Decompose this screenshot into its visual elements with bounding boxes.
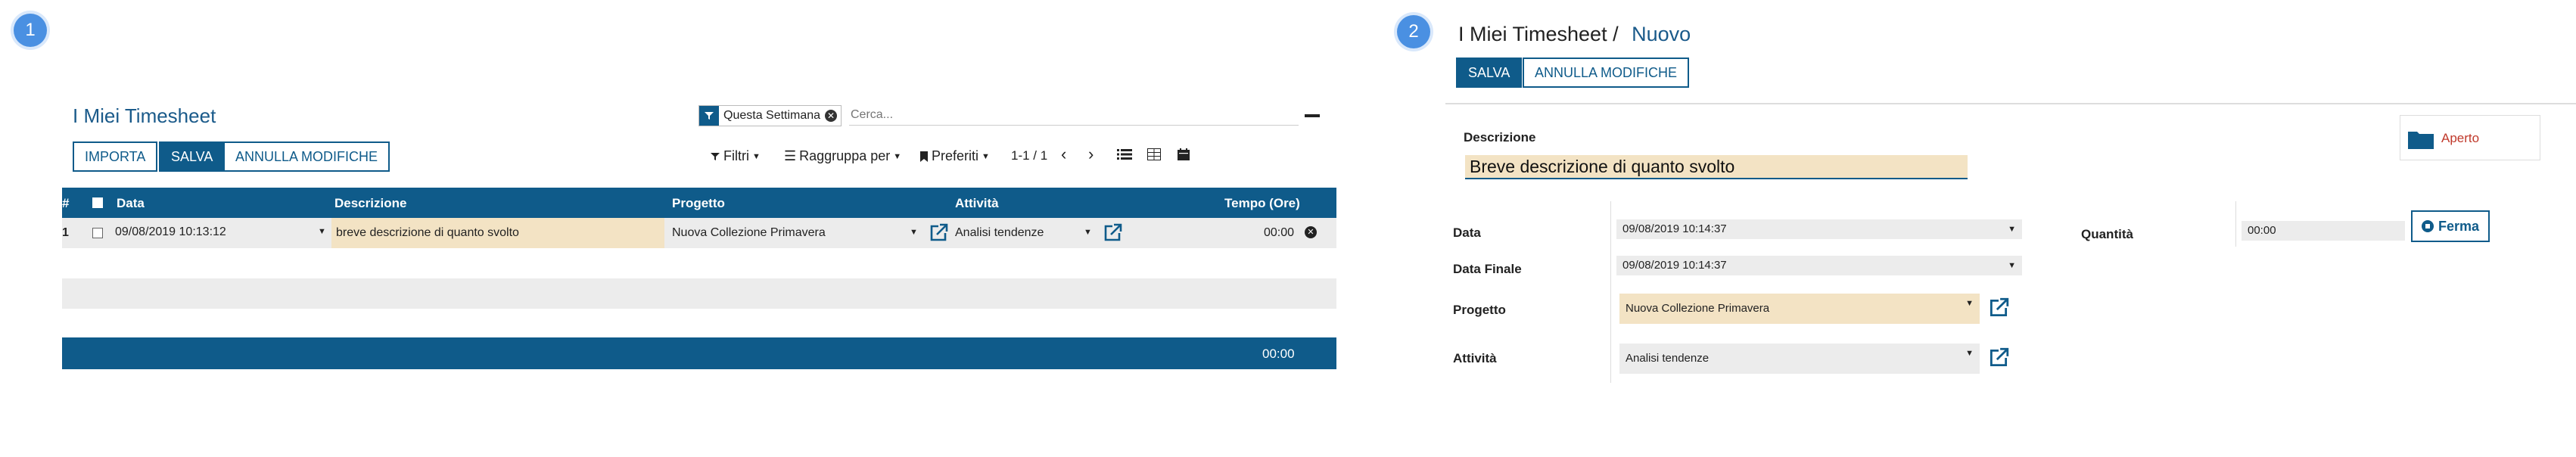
project-dropdown-icon[interactable]: ▼ xyxy=(910,228,918,237)
project-value: Nuova Collezione Primavera xyxy=(1626,302,1770,315)
row-date[interactable]: 09/08/2019 10:13:12 xyxy=(115,225,226,239)
calendar-view-icon[interactable] xyxy=(1178,148,1190,160)
col-description[interactable]: Descrizione xyxy=(334,196,406,211)
select-all-checkbox[interactable] xyxy=(92,197,103,208)
pager-next-icon[interactable]: › xyxy=(1088,145,1094,164)
col-project[interactable]: Progetto xyxy=(672,196,725,211)
breadcrumb: I Miei Timesheet / Nuovo xyxy=(1458,23,1691,46)
search-input[interactable] xyxy=(849,105,1299,126)
delete-row-icon[interactable]: ✕ xyxy=(1305,226,1317,238)
form-column-divider xyxy=(1610,201,1611,383)
activity-field[interactable]: Analisi tendenze ▼ xyxy=(1619,344,1980,374)
quantity-field[interactable]: 00:00 xyxy=(2242,221,2405,241)
form-save-button[interactable]: SALVA xyxy=(1456,58,1523,88)
remove-facet-icon[interactable]: ✕ xyxy=(825,110,838,122)
table-header: # Data Descrizione Progetto Attività Tem… xyxy=(62,188,1336,218)
search-facet[interactable]: Questa Settimana ✕ xyxy=(698,105,842,126)
list-view-icon[interactable] xyxy=(1117,148,1132,160)
row-time[interactable]: 00:00 xyxy=(1264,226,1294,240)
filter-icon xyxy=(711,152,720,160)
filters-dropdown[interactable]: Filtri ▼ xyxy=(710,148,761,164)
row-number: 1 xyxy=(62,226,69,239)
groupby-dropdown[interactable]: ☰ Raggruppa per ▼ xyxy=(784,148,901,164)
activity-value: Analisi tendenze xyxy=(1626,352,1710,365)
list-bars-icon: ☰ xyxy=(784,148,797,163)
project-external-link-icon[interactable] xyxy=(928,222,949,244)
header-divider xyxy=(1445,103,2576,104)
folder-icon xyxy=(2408,132,2434,149)
discard-button[interactable]: ANNULLA MODIFICHE xyxy=(223,141,390,172)
date-value: 09/08/2019 10:14:37 xyxy=(1622,222,1727,235)
date-field[interactable]: 09/08/2019 10:14:37 ▼ xyxy=(1616,219,2022,239)
pager-value: 1-1 / 1 xyxy=(1011,148,1048,163)
quantity-divider xyxy=(2235,201,2236,247)
activity-external-link-icon[interactable] xyxy=(1102,222,1123,244)
date-label: Data xyxy=(1453,225,1481,240)
col-time[interactable]: Tempo (Ore) xyxy=(1224,196,1300,211)
step-badge-2: 2 xyxy=(1397,15,1430,48)
activity-label: Attività xyxy=(1453,351,1497,365)
step-badge-1: 1 xyxy=(14,14,47,47)
total-time: 00:00 xyxy=(1262,347,1295,361)
row-project[interactable]: Nuova Collezione Primavera xyxy=(672,226,826,240)
col-num: # xyxy=(62,196,70,210)
date-dropdown-icon[interactable]: ▼ xyxy=(2008,219,2016,239)
bookmark-icon xyxy=(920,151,928,162)
stop-label: Ferma xyxy=(2438,219,2480,234)
table-row[interactable]: 1 09/08/2019 10:13:12 ▼ breve descrizion… xyxy=(62,218,1336,248)
status-label: Aperto xyxy=(2441,131,2480,145)
stop-button[interactable]: Ferma xyxy=(2411,210,2490,242)
page-title: I Miei Timesheet xyxy=(73,104,216,127)
stop-icon xyxy=(2422,220,2434,232)
groupby-label: Raggruppa per xyxy=(799,148,891,163)
col-activity[interactable]: Attività xyxy=(955,196,999,211)
form-discard-button[interactable]: ANNULLA MODIFICHE xyxy=(1523,58,1690,88)
filters-label: Filtri xyxy=(723,148,749,163)
search-facet-label: Questa Settimana xyxy=(723,109,821,122)
activity-external-link-icon[interactable] xyxy=(1987,347,2010,369)
end-date-dropdown-icon[interactable]: ▼ xyxy=(2008,256,2016,275)
breadcrumb-current: Nuovo xyxy=(1632,23,1691,45)
end-date-label: Data Finale xyxy=(1453,262,1522,276)
favorites-label: Preferiti xyxy=(932,148,979,163)
status-button[interactable]: Aperto xyxy=(2400,115,2540,160)
date-dropdown-icon[interactable]: ▼ xyxy=(318,227,326,236)
project-dropdown-icon[interactable]: ▼ xyxy=(1965,294,1974,313)
description-input[interactable] xyxy=(1465,155,1968,179)
project-label: Progetto xyxy=(1453,303,1506,317)
filter-icon xyxy=(699,106,719,126)
col-date[interactable]: Data xyxy=(117,196,145,211)
quantity-value: 00:00 xyxy=(2248,224,2276,237)
end-date-value: 09/08/2019 10:14:37 xyxy=(1622,259,1727,272)
toggle-search-icon[interactable] xyxy=(1305,114,1320,117)
row-description: breve descrizione di quanto svolto xyxy=(336,226,519,239)
breadcrumb-separator: / xyxy=(1613,23,1619,45)
quantity-label: Quantità xyxy=(2081,227,2133,241)
project-field[interactable]: Nuova Collezione Primavera ▼ xyxy=(1619,294,1980,324)
favorites-dropdown[interactable]: Preferiti ▼ xyxy=(919,148,990,164)
activity-dropdown-icon[interactable]: ▼ xyxy=(1084,228,1092,237)
table-footer: 00:00 xyxy=(62,337,1336,369)
breadcrumb-parent[interactable]: I Miei Timesheet xyxy=(1458,23,1607,45)
pager-prev-icon[interactable]: ‹ xyxy=(1061,145,1066,164)
row-description-cell[interactable]: breve descrizione di quanto svolto xyxy=(331,218,664,248)
description-label: Descrizione xyxy=(1464,130,1536,145)
grid-view-icon[interactable] xyxy=(1147,148,1161,160)
project-external-link-icon[interactable] xyxy=(1987,297,2010,319)
row-checkbox[interactable] xyxy=(92,228,103,238)
end-date-field[interactable]: 09/08/2019 10:14:37 ▼ xyxy=(1616,256,2022,275)
row-activity[interactable]: Analisi tendenze xyxy=(955,226,1044,240)
save-button[interactable]: SALVA xyxy=(159,141,226,172)
import-button[interactable]: IMPORTA xyxy=(73,141,158,172)
empty-row xyxy=(62,278,1336,309)
activity-dropdown-icon[interactable]: ▼ xyxy=(1965,344,1974,363)
